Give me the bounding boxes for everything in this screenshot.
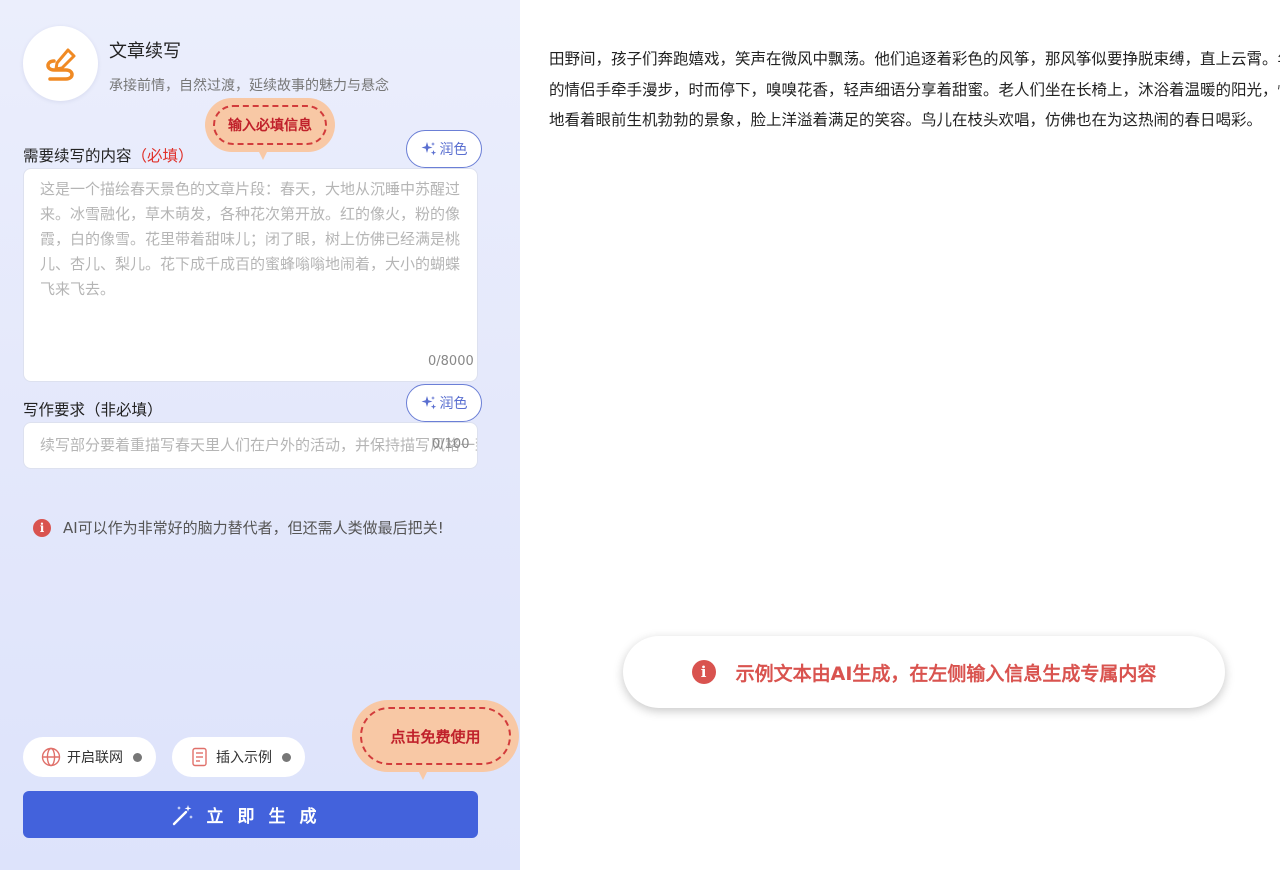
generate-button[interactable]: 立即生成	[23, 791, 478, 838]
content-field-label: 需要续写的内容（必填）	[23, 144, 194, 166]
app-subtitle: 承接前情，自然过渡，延续故事的魅力与悬念	[109, 78, 389, 94]
requirement-char-counter: 0/100	[432, 437, 470, 452]
generate-label: 立即生成	[206, 807, 331, 827]
insert-example-status-dot	[282, 752, 291, 762]
callout-free-use-text: 点击免费使用	[390, 727, 481, 746]
polish-requirement-button[interactable]: 润色	[406, 384, 482, 422]
tip-line: i AI可以作为非常好的脑力替代者，但还需人类做最后把关!	[33, 517, 444, 538]
callout-free-use: 点击免费使用	[352, 700, 519, 780]
insert-example-toggle[interactable]: 插入示例	[172, 737, 305, 777]
app-logo-icon	[23, 26, 98, 101]
requirement-field-label: 写作要求（非必填）	[23, 401, 163, 419]
required-tag: （必填）	[131, 147, 194, 165]
callout-fill-required-text: 输入必填信息	[228, 118, 312, 134]
sparkle-icon	[421, 396, 436, 410]
insert-example-label: 插入示例	[216, 750, 272, 766]
info-icon: i	[691, 660, 716, 684]
magic-wand-icon	[172, 804, 193, 825]
requirement-input[interactable]: 续写部分要着重描写春天里人们在户外的活动，并保持描写风格一致	[23, 422, 478, 469]
sparkle-icon	[421, 142, 436, 156]
polish-content-button[interactable]: 润色	[406, 130, 482, 168]
sample-notice-text: 示例文本由AI生成，在左侧输入信息生成专属内容	[735, 662, 1157, 685]
polish-requirement-label: 润色	[439, 396, 468, 412]
web-search-label: 开启联网	[67, 750, 123, 766]
polish-content-label: 润色	[439, 142, 468, 158]
web-search-toggle[interactable]: 开启联网	[23, 737, 156, 777]
callout-fill-required: 输入必填信息	[205, 98, 335, 160]
sample-output-text: 田野间，孩子们奔跑嬉戏，笑声在微风中飘荡。他们追逐着彩色的风筝，那风筝似要挣脱束…	[549, 50, 1280, 129]
info-icon: i	[33, 518, 51, 537]
web-search-status-dot	[133, 752, 142, 762]
requirement-placeholder: 续写部分要着重描写春天里人们在户外的活动，并保持描写风格一致	[40, 436, 478, 454]
sample-notice: i 示例文本由AI生成，在左侧输入信息生成专属内容	[623, 636, 1225, 708]
content-char-counter: 0/8000	[428, 354, 474, 369]
app-title: 文章续写	[109, 41, 181, 62]
content-field-label-text: 需要续写的内容	[23, 147, 132, 165]
content-placeholder: 这是一个描绘春天景色的文章片段：春天，大地从沉睡中苏醒过来。冰雪融化，草木萌发，…	[40, 180, 461, 298]
left-panel: 文章续写 承接前情，自然过渡，延续故事的魅力与悬念 输入必填信息 需要续写的内容…	[0, 0, 520, 870]
globe-icon	[41, 747, 61, 767]
document-icon	[192, 747, 207, 767]
content-textarea[interactable]: 这是一个描绘春天景色的文章片段：春天，大地从沉睡中苏醒过来。冰雪融化，草木萌发，…	[23, 168, 478, 382]
tip-text: AI可以作为非常好的脑力替代者，但还需人类做最后把关!	[63, 519, 444, 537]
